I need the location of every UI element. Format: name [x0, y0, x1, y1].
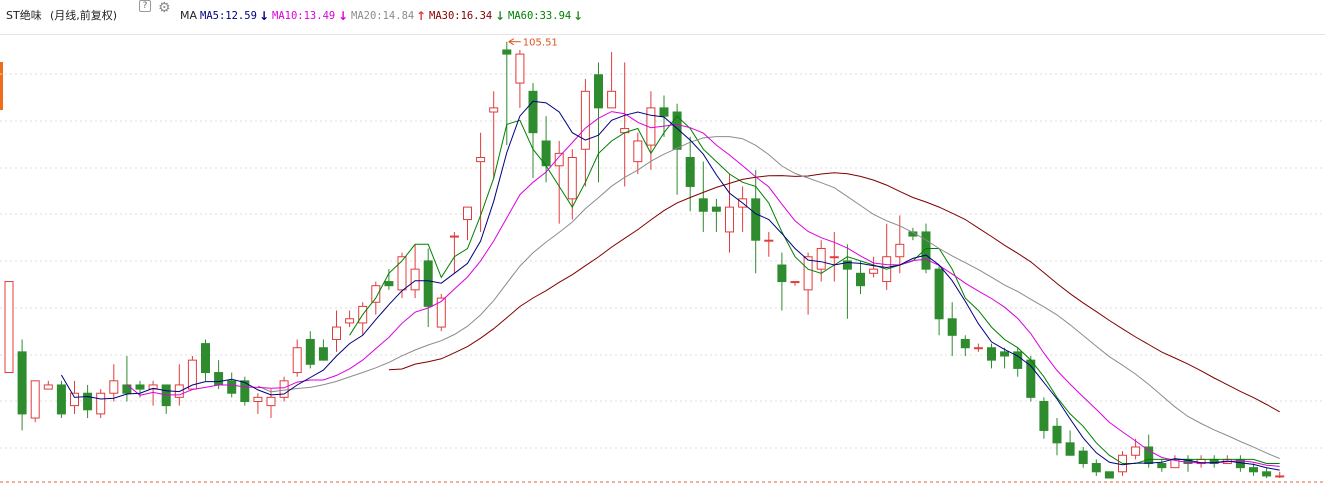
candle-body-down — [502, 49, 512, 55]
candle-body-down — [1039, 400, 1049, 431]
candle-body-down — [1157, 463, 1167, 469]
candle-body-down — [56, 384, 66, 415]
candle-body-up — [973, 347, 983, 350]
candle-body-down — [960, 338, 970, 349]
candle-body-up — [345, 318, 355, 324]
candle-body-up — [607, 90, 617, 109]
candle-body-up — [279, 380, 289, 398]
candle-body-up — [790, 281, 800, 284]
candle-body-up — [4, 281, 14, 374]
candle-body-down — [1249, 467, 1258, 473]
candle-body-up — [633, 140, 643, 163]
candle-body-down — [711, 206, 721, 212]
ma20-line — [257, 136, 1280, 459]
candle-body-up — [397, 256, 407, 291]
candle-body-down — [1104, 471, 1114, 479]
candle-body-up — [266, 396, 276, 407]
candle-body-up — [332, 326, 341, 340]
candle-body-up — [70, 392, 79, 407]
candle-body-up — [410, 268, 420, 291]
candle-body-up — [1131, 446, 1141, 456]
candle-body-up — [829, 256, 839, 259]
candle-body-down — [423, 260, 433, 307]
candle-body-up — [371, 285, 381, 303]
candle-body-down — [227, 380, 237, 394]
candle-body-down — [1000, 351, 1010, 357]
candle-body-up — [109, 380, 119, 394]
candle-body-down — [698, 198, 708, 212]
candle-body-down — [1065, 442, 1075, 456]
candle-body-up — [764, 239, 774, 242]
candle-body-down — [17, 351, 27, 415]
candle-body-down — [987, 347, 996, 361]
max-marker-label: 105.51 — [523, 38, 558, 49]
candle-body-down — [305, 338, 315, 365]
candle-body-down — [1144, 446, 1154, 465]
candle-body-up — [30, 380, 40, 419]
candle-body-up — [803, 256, 813, 291]
candle-body-down — [856, 272, 865, 287]
candle-body-down — [659, 107, 669, 117]
candle-body-down — [528, 90, 538, 134]
candle-body-up — [292, 347, 302, 374]
candle-body-down — [214, 372, 224, 386]
candle-body-down — [947, 318, 957, 336]
candle-body-up — [253, 396, 263, 402]
candle-body-up — [725, 206, 734, 233]
candle-body-down — [384, 281, 394, 287]
candle-body-down — [318, 347, 328, 361]
candlestick-chart[interactable]: 105.51 — [0, 0, 1325, 484]
candle-body-up — [515, 53, 525, 84]
candle-body-down — [1091, 463, 1101, 473]
candle-body-down — [135, 384, 145, 390]
candle-body-up — [816, 247, 826, 270]
candle-body-down — [83, 392, 93, 411]
candle-body-down — [934, 268, 944, 320]
candle-body-up — [43, 384, 53, 390]
ma5-line — [60, 100, 1280, 471]
candle-body-down — [1262, 471, 1272, 477]
candle-body-up — [1275, 475, 1285, 478]
candle-body-up — [449, 235, 459, 238]
candle-body-down — [751, 198, 761, 241]
candle-body-up — [895, 243, 905, 258]
candle-body-down — [777, 264, 787, 283]
candle-body-up — [869, 268, 879, 274]
candle-body-down — [685, 156, 695, 187]
candle-body-down — [1078, 450, 1088, 465]
candle-body-down — [594, 74, 603, 109]
candle-body-up — [96, 392, 106, 415]
candle-body-up — [567, 156, 577, 200]
ma30-line — [388, 172, 1280, 413]
candle-body-down — [1052, 425, 1062, 444]
candle-body-up — [463, 206, 472, 221]
candle-body-up — [489, 107, 499, 113]
candle-body-down — [201, 343, 210, 374]
candle-body-up — [476, 156, 486, 163]
